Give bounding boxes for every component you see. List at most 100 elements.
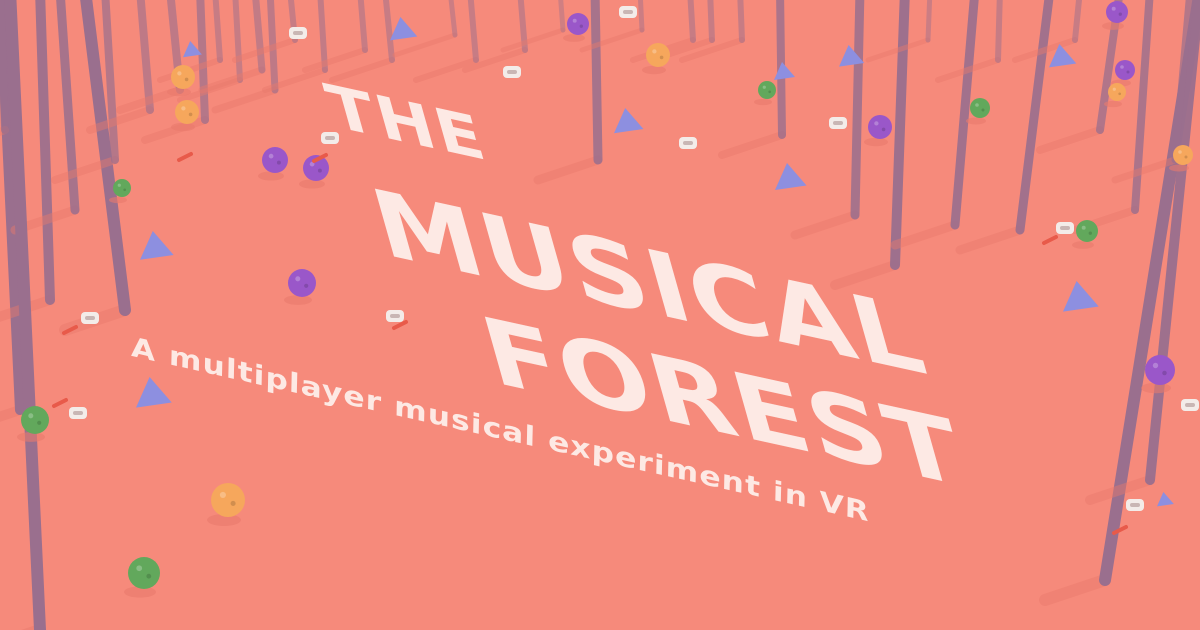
sphere-shadow [171,122,195,132]
tree-trunk-icon [232,0,243,83]
tree-trunk-icon [1015,0,1054,235]
tree-trunk-icon [467,0,479,63]
sphere-spot [268,153,274,159]
sphere-spot [1088,231,1092,235]
tree-shadow [955,225,1025,255]
blue-pyramid-icon [614,108,644,134]
green-sphere-icon [970,98,990,118]
sphere-spot [276,160,281,165]
vr-headset-visor [73,411,83,415]
green-sphere-icon [758,81,776,99]
blue-pyramid-icon [390,17,418,41]
vr-headset-visor [683,141,693,145]
tree-shadow [232,37,298,63]
purple-sphere-icon [567,13,589,35]
tree-trunk-icon [196,0,209,124]
orange-sphere-icon [171,65,195,89]
sphere-spot [1152,362,1159,369]
green-sphere-icon [1076,220,1098,242]
tree-shadow [302,47,368,73]
sphere-spot [219,491,226,498]
vr-headset-visor [390,314,400,318]
tree-shadow [890,220,960,250]
sphere-spot [1081,225,1086,230]
sphere-spot [304,283,309,288]
blue-pyramid-icon [1157,492,1174,507]
tree-trunk-icon [995,0,1003,63]
purple-sphere-icon [262,147,288,173]
sphere-spot [181,106,186,111]
sphere-spot [768,90,772,94]
tree-trunk-icon [558,0,566,33]
tree-shadow [1036,126,1104,154]
sphere-spot [652,49,657,54]
orange-sphere-icon [175,100,199,124]
sphere-spot [874,121,879,126]
sphere-spot [28,413,34,419]
tree-shadow [500,27,566,53]
tree-trunk-icon [0,0,9,134]
vr-headset-visor [1185,403,1195,407]
vr-headset-visor [1060,226,1070,230]
sphere-spot [1112,87,1116,91]
green-sphere-icon [21,406,49,434]
sphere-shadow [642,65,666,75]
vr-headset-visor [623,10,633,14]
tree-shadow [790,210,860,240]
vr-headset-visor [325,136,335,140]
sphere-spot [1111,6,1116,11]
vr-headset-visor [833,121,843,125]
tree-shadow [579,27,645,53]
controller-hand-icon [392,320,408,330]
sphere-spot [1162,370,1167,376]
vr-headset-visor [293,31,303,35]
sphere-spot [1118,12,1122,16]
sphere-spot [188,112,193,117]
sphere-shadow [284,295,312,305]
sphere-shadow [17,432,45,442]
orange-sphere-icon [646,43,670,67]
game-scene: THE MUSICAL FOREST A multiplayer musical… [0,0,1200,630]
tree-trunk-icon [707,0,715,43]
sphere-shadow [864,137,888,147]
purple-sphere-icon [288,269,316,297]
tree-trunk-icon [35,0,55,305]
sphere-shadow [299,179,325,189]
sphere-spot [762,85,766,89]
sphere-shadow [258,171,284,181]
tree-shadow [533,155,603,185]
tree-shadow [718,131,786,159]
sphere-spot [146,573,152,579]
sphere-spot [177,71,182,76]
sphere-shadow [1169,164,1189,172]
sphere-shadow [1104,100,1122,108]
purple-sphere-icon [1106,1,1128,23]
sphere-spot [184,77,189,82]
tree-trunk-icon [637,0,645,33]
tree-trunk-icon [737,0,745,43]
tree-trunk-icon [357,0,368,53]
sphere-spot [123,188,127,192]
green-sphere-icon [128,557,160,589]
tree-trunk-icon [925,0,933,43]
sphere-spot [572,18,577,23]
tree-trunk-icon [687,0,696,43]
purple-sphere-icon [1145,355,1175,385]
sphere-shadow [754,98,772,106]
tree-trunk-icon [382,0,395,63]
tree-trunk-icon [590,0,603,165]
tree-trunk-icon [136,0,154,114]
sphere-spot [37,420,42,425]
purple-sphere-icon [1115,60,1135,80]
blue-pyramid-icon [136,377,172,408]
tree-shadow [1039,574,1111,606]
sphere-shadow [109,196,127,204]
tree-trunk-icon [252,0,266,74]
forest-canvas [0,0,1200,630]
vr-headset-visor [1130,503,1140,507]
sphere-spot [1126,70,1130,74]
tree-trunk-icon [890,0,910,270]
sphere-spot [230,500,236,506]
sphere-spot [117,183,121,187]
sphere-spot [317,168,322,173]
